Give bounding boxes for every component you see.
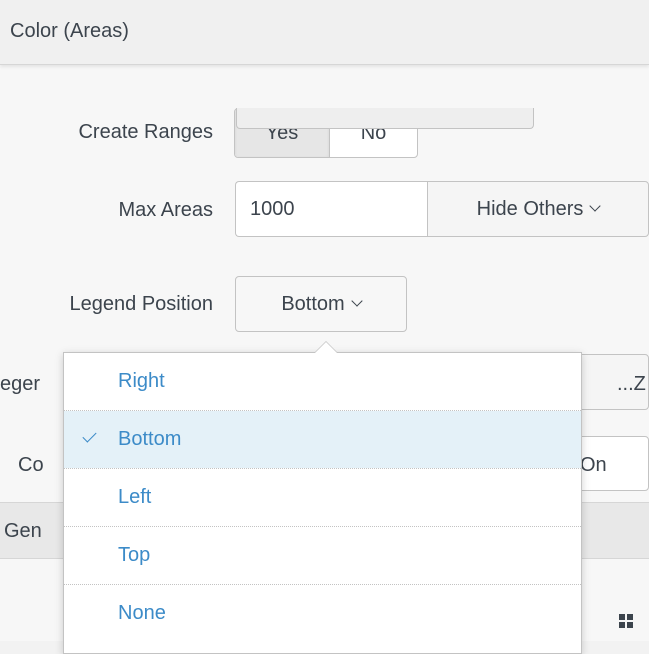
create-ranges-label: Create Ranges — [78, 121, 213, 143]
menu-item-none[interactable]: None — [64, 585, 581, 642]
legend-position-dropdown[interactable]: Bottom — [235, 276, 407, 332]
section-title: Color (Areas) — [10, 20, 129, 42]
hide-others-label: Hide Others — [476, 197, 584, 220]
menu-item-label: Top — [118, 544, 151, 566]
section-header[interactable]: Color (Areas) — [0, 0, 649, 65]
color-row-label-fragment: Co — [18, 454, 44, 476]
grid-icon[interactable] — [619, 614, 633, 628]
checkmark-icon — [82, 428, 97, 443]
menu-item-label: Left — [118, 486, 152, 508]
color-row-value-fragment: On — [580, 454, 607, 476]
grid-icon-cell — [619, 614, 625, 620]
popover-arrow — [314, 341, 338, 353]
grid-icon-cell — [619, 622, 625, 628]
menu-item-left[interactable]: Left — [64, 469, 581, 526]
menu-item-label: None — [118, 602, 166, 624]
menu-item-label: Bottom — [118, 428, 182, 450]
legend-position-label: Legend Position — [69, 293, 213, 315]
grid-icon-cell — [627, 614, 633, 620]
legend-position-menu: Right Bottom Left Top None — [63, 352, 582, 654]
legend-row-label-fragment: eger — [0, 373, 41, 395]
chevron-down-icon — [589, 200, 602, 212]
chevron-down-icon — [351, 295, 363, 307]
menu-item-right[interactable]: Right — [64, 353, 581, 410]
menu-item-bottom[interactable]: Bottom — [64, 411, 581, 468]
menu-item-top[interactable]: Top — [64, 527, 581, 584]
grid-icon-cell — [627, 622, 633, 628]
max-areas-label: Max Areas — [118, 199, 213, 221]
max-areas-input[interactable] — [235, 181, 427, 237]
legend-position-value: Bottom — [281, 292, 345, 315]
general-section-fragment: Gen — [4, 520, 42, 542]
partial-button[interactable] — [236, 108, 534, 129]
hide-others-dropdown[interactable]: Hide Others — [427, 181, 649, 237]
menu-item-label: Right — [118, 370, 165, 392]
legend-row-value-fragment: ...Z — [617, 373, 646, 395]
